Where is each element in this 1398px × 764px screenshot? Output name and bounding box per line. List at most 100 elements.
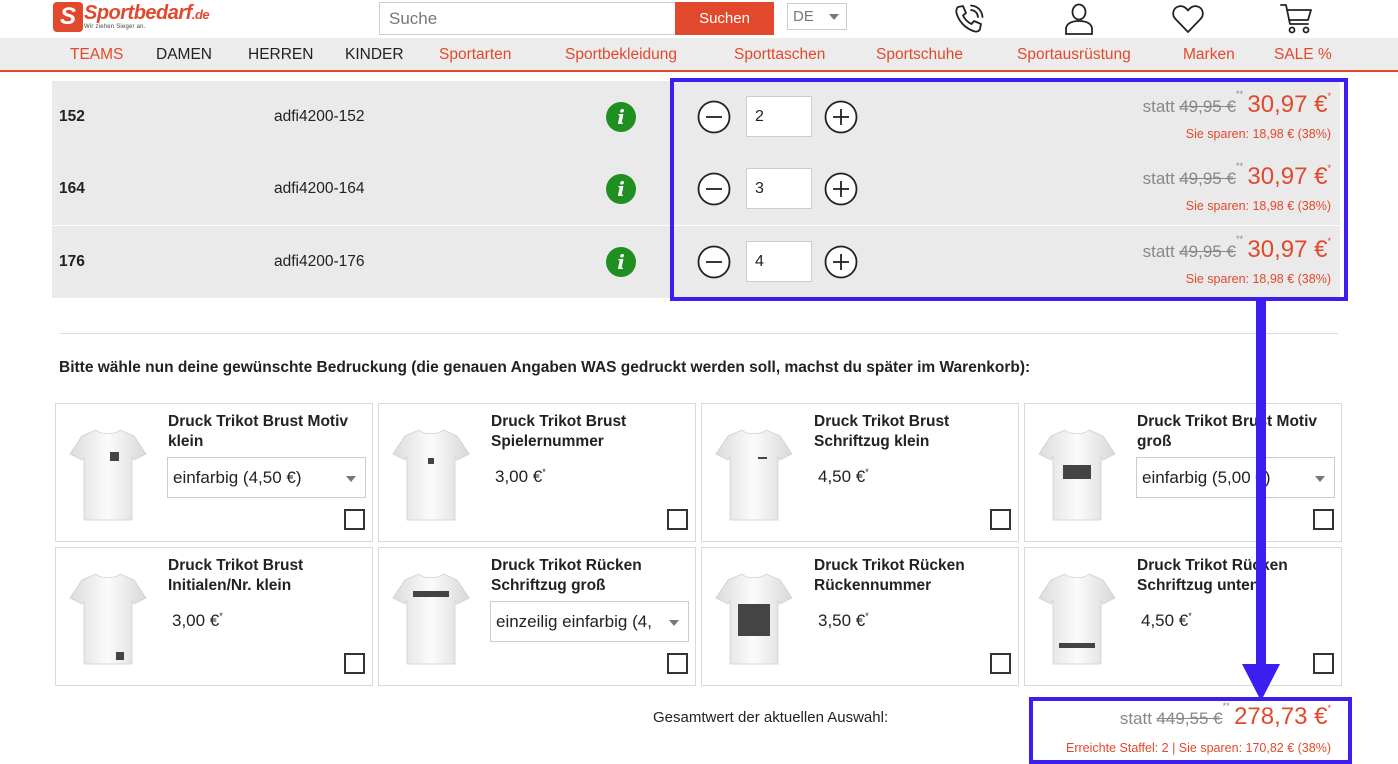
qty-input[interactable] (746, 96, 812, 137)
tshirt-image (1038, 429, 1116, 521)
logo-name: Sportbedarf (84, 2, 192, 24)
sku: adfi4200-152 (274, 108, 365, 125)
total-new-price: 278,73 € (1234, 703, 1328, 730)
sku: adfi4200-164 (274, 180, 365, 197)
total-savings: Erreichte Staffel: 2 | Sie sparen: 170,8… (1066, 741, 1331, 755)
tshirt-image (69, 573, 147, 665)
nav-sporttaschen[interactable]: Sporttaschen (734, 46, 825, 64)
print-option-checkbox[interactable] (990, 509, 1011, 530)
qty-decrease-button[interactable] (697, 100, 731, 134)
print-option-checkbox[interactable] (344, 653, 365, 674)
cart-icon[interactable] (1279, 1, 1315, 37)
new-price: 30,97 € (1247, 91, 1328, 118)
print-option-checkbox[interactable] (1313, 653, 1334, 674)
info-icon[interactable]: i (606, 247, 636, 277)
print-option-title: Druck Trikot Rücken Schriftzug groß (491, 557, 642, 594)
print-option-price-footnote: * (865, 467, 869, 477)
logo-tld: .de (191, 7, 210, 22)
total-old-price: 449,55 € (1156, 709, 1223, 728)
print-option-select[interactable]: einfarbig (4,50 €) (167, 457, 366, 498)
qty-increase-button[interactable] (824, 245, 858, 279)
total-label: Gesamtwert der aktuellen Auswahl: (653, 709, 889, 726)
nav-damen[interactable]: DAMEN (156, 46, 212, 64)
nav-teams[interactable]: TEAMS (70, 46, 123, 64)
old-price: 49,95 € (1179, 97, 1236, 116)
total-new-price-footnote: * (1327, 703, 1331, 713)
size-row: 176 adfi4200-176 i statt 49,95 €** 30,97… (52, 226, 1340, 298)
print-option-title: Druck Trikot Brust Motiv klein (168, 413, 348, 450)
statt-label: statt (1142, 97, 1175, 116)
phone-icon[interactable] (951, 1, 987, 37)
nav-kinder[interactable]: KINDER (345, 46, 404, 64)
qty-decrease-button[interactable] (697, 172, 731, 206)
print-option-price: 3,50 €* (818, 611, 869, 631)
new-price-footnote: * (1327, 163, 1331, 173)
price: statt 49,95 €** 30,97 €* (1143, 234, 1331, 264)
chevron-down-icon (346, 476, 356, 482)
sku: adfi4200-176 (274, 253, 365, 270)
old-price-footnote: ** (1235, 234, 1243, 244)
info-icon[interactable]: i (606, 174, 636, 204)
print-option-checkbox[interactable] (667, 509, 688, 530)
print-section-title: Bitte wähle nun deine gewünschte Bedruck… (59, 359, 1031, 376)
nav-sportausruestung[interactable]: Sportausrüstung (1017, 46, 1131, 64)
print-option-price: 4,50 €* (818, 467, 869, 487)
total-old-price-footnote: ** (1222, 701, 1230, 711)
tshirt-image (69, 429, 147, 521)
qty-input[interactable] (746, 241, 812, 282)
nav-herren[interactable]: HERREN (248, 46, 313, 64)
savings: Sie sparen: 18,98 € (38%) (1185, 127, 1331, 141)
print-option-card: Druck Trikot Brust Motiv groß einfarbig (… (1024, 403, 1342, 542)
old-price-footnote: ** (1235, 161, 1243, 171)
qty-increase-button[interactable] (824, 100, 858, 134)
nav-sportschuhe[interactable]: Sportschuhe (876, 46, 963, 64)
size-label: 152 (59, 108, 85, 125)
qty-input[interactable] (746, 168, 812, 209)
print-option-title: Druck Trikot Brust Schriftzug klein (814, 413, 950, 450)
qty-increase-button[interactable] (824, 172, 858, 206)
nav-sale[interactable]: SALE % (1274, 46, 1332, 64)
tshirt-image (715, 429, 793, 521)
print-option-title: Druck Trikot Rücken Rückennummer (814, 557, 965, 594)
savings: Sie sparen: 18,98 € (38%) (1185, 272, 1331, 286)
print-option-checkbox[interactable] (1313, 509, 1334, 530)
main-nav: TEAMS DAMEN HERREN KINDER Sportarten Spo… (0, 38, 1398, 72)
new-price-footnote: * (1327, 91, 1331, 101)
nav-sportbekleidung[interactable]: Sportbekleidung (565, 46, 677, 64)
print-option-card: Druck Trikot Brust Schriftzug klein 4,50 … (701, 403, 1019, 542)
new-price: 30,97 € (1247, 163, 1328, 190)
print-option-select[interactable]: einzeilig einfarbig (4, (490, 601, 689, 642)
info-icon[interactable]: i (606, 102, 636, 132)
size-label: 164 (59, 180, 85, 197)
tshirt-image (392, 429, 470, 521)
print-option-title: Druck Trikot Rücken Schriftzug unten (1137, 557, 1288, 594)
size-label: 176 (59, 253, 85, 270)
print-option-card: Druck Trikot Rücken Schriftzug unten 4,50… (1024, 547, 1342, 686)
print-option-checkbox[interactable] (344, 509, 365, 530)
search-button[interactable]: Suchen (675, 2, 774, 35)
print-option-checkbox[interactable] (667, 653, 688, 674)
user-icon[interactable] (1061, 1, 1097, 37)
print-option-card: Druck Trikot Brust Motiv klein einfarbig … (55, 403, 373, 542)
print-option-card: Druck Trikot Brust Initialen/Nr. klein 3,… (55, 547, 373, 686)
heart-icon[interactable] (1170, 1, 1206, 37)
nav-sportarten[interactable]: Sportarten (439, 46, 511, 64)
chevron-down-icon (669, 620, 679, 626)
print-option-select-value: einzeilig einfarbig (4, (496, 612, 652, 631)
print-option-price: 3,00 €* (172, 611, 223, 631)
print-option-checkbox[interactable] (990, 653, 1011, 674)
print-option-select[interactable]: einfarbig (5,00 €) (1136, 457, 1335, 498)
logo[interactable]: S Sportbedarf.de Wir ziehen Sieger an. (53, 2, 210, 34)
search-input[interactable] (379, 2, 675, 35)
qty-decrease-button[interactable] (697, 245, 731, 279)
print-option-price-footnote: * (542, 467, 546, 477)
new-price-footnote: * (1327, 236, 1331, 246)
nav-marken[interactable]: Marken (1183, 46, 1235, 64)
language-select[interactable]: DE (787, 3, 847, 30)
tshirt-image (1038, 573, 1116, 665)
total-statt-label: statt (1119, 709, 1152, 728)
logo-s-icon: S (53, 2, 83, 32)
print-option-card: Druck Trikot Rücken Rückennummer 3,50 €* (701, 547, 1019, 686)
savings: Sie sparen: 18,98 € (38%) (1185, 199, 1331, 213)
old-price: 49,95 € (1179, 242, 1236, 261)
